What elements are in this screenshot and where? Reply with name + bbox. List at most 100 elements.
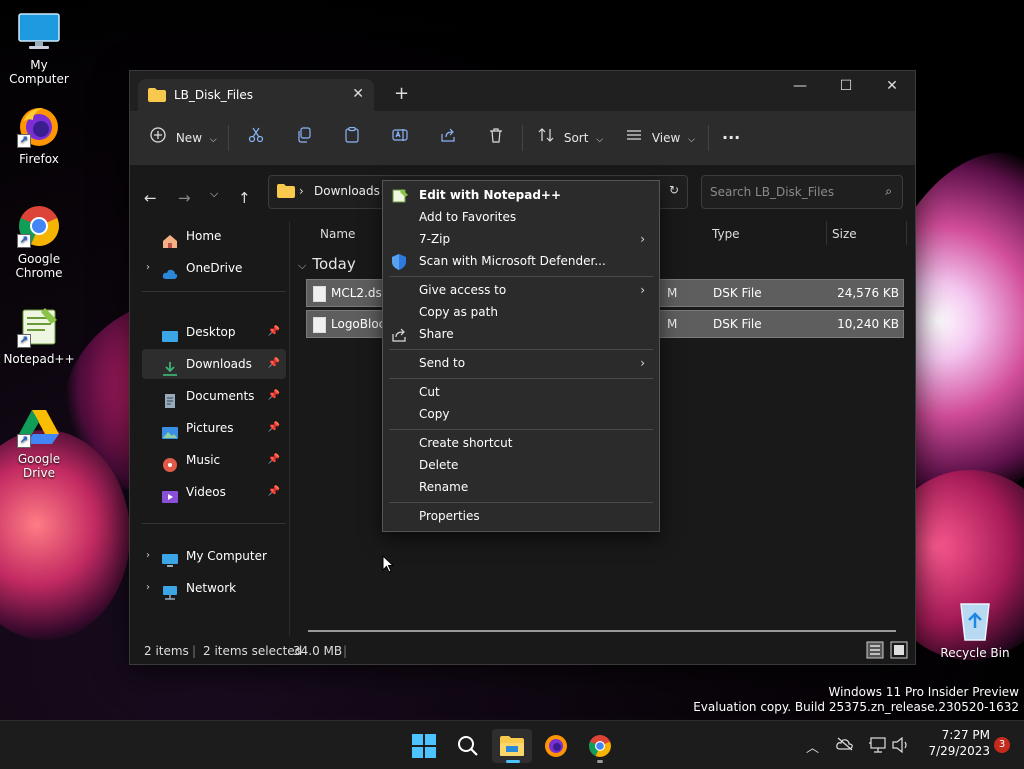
up-arrow-icon[interactable]: ↑ <box>238 189 251 207</box>
pin-icon[interactable]: 📌 <box>268 381 280 411</box>
column-divider[interactable] <box>826 221 827 245</box>
menu-item-share[interactable]: Share <box>383 323 659 345</box>
column-divider[interactable] <box>906 221 907 245</box>
menu-item-properties[interactable]: Properties <box>383 505 659 527</box>
column-header-type[interactable]: Type <box>712 227 740 241</box>
nav-item-videos[interactable]: Videos 📌 <box>142 477 286 507</box>
more-options-button[interactable]: ··· <box>722 125 740 151</box>
share-button[interactable] <box>440 125 456 151</box>
rename-button[interactable] <box>392 125 408 151</box>
desktop-icon-recycle-bin[interactable]: Recycle Bin <box>936 598 1014 660</box>
refresh-icon[interactable]: ↻ <box>669 183 679 197</box>
context-menu: Edit with Notepad++ Add to Favorites 7-Z… <box>382 180 660 532</box>
maximize-button[interactable]: ☐ <box>823 71 869 103</box>
chrome-taskbar-button[interactable] <box>580 729 620 763</box>
desktop-icon-chrome[interactable]: ↗ Google Chrome <box>0 204 78 280</box>
start-button[interactable] <box>404 729 444 763</box>
view-button[interactable]: View ⌵ <box>626 125 695 151</box>
chevron-right-icon: › <box>640 232 645 246</box>
menu-item-copy[interactable]: Copy <box>383 403 659 425</box>
nav-item-pictures[interactable]: Pictures 📌 <box>142 413 286 443</box>
menu-item-delete[interactable]: Delete <box>383 454 659 476</box>
back-arrow-icon[interactable]: ← <box>144 189 157 207</box>
desktop-icon-notepadpp[interactable]: ↗ Notepad++ <box>0 304 78 366</box>
document-icon <box>162 389 178 408</box>
menu-divider <box>389 378 653 379</box>
menu-item-rename[interactable]: Rename <box>383 476 659 498</box>
group-header-today[interactable]: ⌵ Today <box>298 255 356 273</box>
column-header-size[interactable]: Size <box>832 227 857 241</box>
volume-icon[interactable] <box>892 736 910 757</box>
new-tab-button[interactable]: + <box>394 83 409 104</box>
divider <box>708 125 709 151</box>
taskbar-clock[interactable]: 7:27 PM 7/29/2023 <box>928 727 990 759</box>
paste-button[interactable] <box>344 125 360 151</box>
nav-item-network[interactable]: › Network <box>142 573 286 603</box>
tiles-view-icon[interactable] <box>890 641 908 662</box>
desktop-icon-google-drive[interactable]: ↗ Google Drive <box>0 404 78 480</box>
menu-item-copy-path[interactable]: Copy as path <box>383 301 659 323</box>
menu-item-give-access[interactable]: Give access to › <box>383 279 659 301</box>
breadcrumb-downloads[interactable]: Downloads <box>314 184 380 198</box>
menu-item-edit-notepadpp[interactable]: Edit with Notepad++ <box>383 184 659 206</box>
minimize-button[interactable]: — <box>777 71 823 103</box>
details-view-icon[interactable] <box>866 641 884 662</box>
menu-item-scan-defender[interactable]: Scan with Microsoft Defender... <box>383 250 659 272</box>
sort-icon <box>538 126 554 152</box>
search-input[interactable]: Search LB_Disk_Files ⌕ <box>701 175 903 209</box>
nav-item-music[interactable]: Music 📌 <box>142 445 286 475</box>
search-button[interactable] <box>448 729 488 763</box>
trash-icon <box>488 126 504 152</box>
onedrive-offline-icon[interactable] <box>836 737 854 755</box>
nav-item-my-computer[interactable]: › My Computer <box>142 541 286 571</box>
menu-item-cut[interactable]: Cut <box>383 381 659 403</box>
mouse-cursor-icon <box>382 554 395 576</box>
new-button[interactable]: New ⌵ <box>150 125 217 151</box>
firefox-taskbar-button[interactable] <box>536 729 576 763</box>
pin-icon[interactable]: 📌 <box>268 445 280 475</box>
chevron-right-icon[interactable]: › <box>146 253 150 283</box>
column-header-name[interactable]: Name <box>320 227 355 241</box>
nav-item-home[interactable]: Home <box>142 221 286 251</box>
sort-button[interactable]: Sort ⌵ <box>538 125 603 151</box>
pin-icon[interactable]: 📌 <box>268 477 280 507</box>
nav-item-onedrive[interactable]: › OneDrive <box>142 253 286 283</box>
delete-button[interactable] <box>488 125 504 151</box>
cloud-icon <box>162 261 178 279</box>
network-icon[interactable] <box>868 737 886 757</box>
menu-divider <box>389 349 653 350</box>
menu-item-7zip[interactable]: 7-Zip › <box>383 228 659 250</box>
pin-icon[interactable]: 📌 <box>268 349 280 379</box>
tab-lb-disk-files[interactable]: LB_Disk_Files ✕ <box>138 79 374 111</box>
running-indicator <box>597 760 603 763</box>
sort-label: Sort <box>563 131 589 145</box>
menu-item-send-to[interactable]: Send to › <box>383 352 659 374</box>
chevron-right-icon[interactable]: › <box>146 573 150 603</box>
menu-item-create-shortcut[interactable]: Create shortcut <box>383 432 659 454</box>
file-icon <box>313 286 326 302</box>
pin-icon[interactable]: 📌 <box>268 317 280 347</box>
view-list-icon <box>626 126 642 152</box>
nav-item-documents[interactable]: Documents 📌 <box>142 381 286 411</box>
cut-button[interactable] <box>248 125 264 151</box>
plus-circle-icon <box>150 126 166 152</box>
close-window-button[interactable]: ✕ <box>869 71 915 103</box>
recent-chevron-icon[interactable]: ⌵ <box>210 187 218 201</box>
chevron-right-icon[interactable]: › <box>146 541 150 571</box>
forward-arrow-icon[interactable]: → <box>178 189 191 207</box>
menu-item-add-favorites[interactable]: Add to Favorites <box>383 206 659 228</box>
nav-item-downloads[interactable]: Downloads 📌 <box>142 349 286 379</box>
desktop-icon-my-computer[interactable]: My Computer <box>0 10 78 86</box>
status-selected-size: 34.0 MB <box>293 644 343 658</box>
close-tab-icon[interactable]: ✕ <box>352 86 364 102</box>
nav-item-desktop[interactable]: Desktop 📌 <box>142 317 286 347</box>
copy-button[interactable] <box>296 125 312 151</box>
notification-badge[interactable]: 3 <box>994 737 1010 753</box>
file-explorer-taskbar-button[interactable] <box>492 729 532 763</box>
scissors-icon <box>248 126 264 152</box>
pin-icon[interactable]: 📌 <box>268 413 280 443</box>
status-divider: | <box>343 644 348 658</box>
show-hidden-icons-chevron-icon[interactable]: ︿ <box>806 737 819 756</box>
desktop-icon-firefox[interactable]: ↗ Firefox <box>0 104 78 166</box>
horizontal-scrollbar[interactable] <box>308 630 896 632</box>
